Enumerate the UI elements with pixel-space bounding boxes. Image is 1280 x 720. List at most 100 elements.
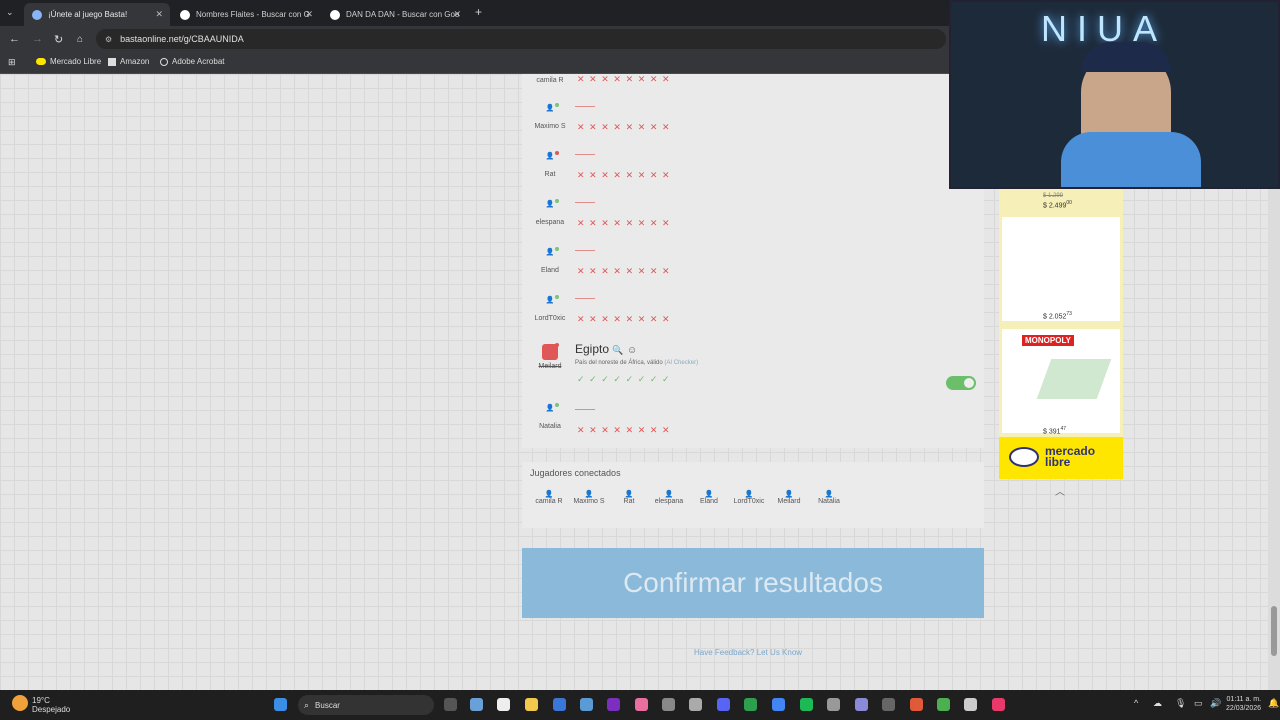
clock[interactable]: 01:11 a. m. 22/03/2026 <box>1226 695 1261 713</box>
app-icon[interactable] <box>910 698 923 711</box>
monopoly-board <box>1036 359 1112 399</box>
player-name: Maximo S <box>573 498 605 505</box>
answer-marks: ✕✕✕✕✕✕✕✕ <box>577 122 675 132</box>
clock-time: 01:11 a. m. <box>1226 696 1262 703</box>
answer-marks: ✕✕✕✕✕✕✕✕ <box>577 74 675 84</box>
close-icon[interactable]: ✕ <box>305 9 313 20</box>
kick-app-icon[interactable] <box>607 698 620 711</box>
tray-chevron-icon[interactable]: ^ <box>1134 698 1138 708</box>
app-icon[interactable] <box>882 698 895 711</box>
player-name: camila R <box>536 77 564 84</box>
cloud-icon[interactable]: ☁ <box>1153 698 1162 709</box>
close-icon[interactable]: ✕ <box>453 9 461 20</box>
player-name: Natalia <box>539 423 561 430</box>
tab-title: Nombres Flaites - Buscar con G <box>196 10 310 19</box>
status-dot <box>555 199 559 203</box>
connected-player: 👤 elespana <box>649 490 689 505</box>
user-icon: 👤 <box>744 491 754 498</box>
tiktok-icon[interactable] <box>992 698 1005 711</box>
settings-icon[interactable] <box>470 698 483 711</box>
app-icon[interactable] <box>827 698 840 711</box>
store-icon[interactable] <box>497 698 510 711</box>
tab-basta[interactable]: ¡Únete al juego Basta! ✕ <box>24 3 170 26</box>
player-name: camila R <box>535 498 563 505</box>
player-name: elespana <box>535 219 565 226</box>
answer-marks: ✕✕✕✕✕✕✕✕ <box>577 170 675 180</box>
user-icon: 👤 <box>584 491 594 498</box>
volume-icon[interactable]: 🔊 <box>1210 698 1221 709</box>
spotify-icon[interactable] <box>800 698 813 711</box>
tab-nombres-flaites[interactable]: Nombres Flaites - Buscar con G ✕ <box>172 3 320 26</box>
address-bar[interactable]: ⚙ bastaonline.net/g/CBAAUNIDA <box>96 29 946 49</box>
connected-player: 👤 Rat <box>609 490 649 505</box>
search-icon[interactable]: 🔍 <box>612 345 623 355</box>
task-view-icon[interactable] <box>444 698 457 711</box>
xbox-icon[interactable] <box>744 698 757 711</box>
tab-title: DAN DA DAN - Buscar con Goo <box>346 10 460 19</box>
obs-icon[interactable] <box>662 698 675 711</box>
player-name: elespana <box>654 498 684 505</box>
validate-toggle[interactable] <box>946 376 976 390</box>
display-icon[interactable]: ▭ <box>1194 698 1203 709</box>
reload-icon[interactable]: ↻ <box>54 33 63 46</box>
connected-player: 👤 Natalia <box>809 490 849 505</box>
file-explorer-icon[interactable] <box>525 698 538 711</box>
app-icon[interactable] <box>855 698 868 711</box>
app-icon[interactable] <box>937 698 950 711</box>
bookmark-label: Mercado Libre <box>50 57 102 66</box>
results-panel: camila R ✕✕✕✕✕✕✕✕ 👤 Maximo S ✕✕✕✕✕✕✕✕ 👤 Ra… <box>522 74 984 448</box>
mercado-libre-ad[interactable]: $ 1.299 $ 2.49900 $ 2.05273 MONOPOLY $ 3… <box>999 189 1123 479</box>
feedback-link[interactable]: Have Feedback? Let Us Know <box>694 648 802 657</box>
player-name: LordT0xic <box>534 315 566 322</box>
ad-price: $ 39147 <box>1043 426 1066 435</box>
answer-empty <box>575 250 595 251</box>
clock-date: 22/03/2026 <box>1226 705 1262 712</box>
apps-grid-icon[interactable]: ⊞ <box>8 57 16 68</box>
outlook-icon[interactable] <box>553 698 566 711</box>
player-elespana: 👤 elespana <box>532 199 568 226</box>
app-icon[interactable] <box>689 698 702 711</box>
collapse-ad-icon[interactable]: ︿ <box>1055 483 1065 498</box>
user-icon: 👤 <box>542 103 559 120</box>
back-icon[interactable]: ← <box>9 33 20 45</box>
player-lordtoxic: 👤 LordT0xic <box>532 295 568 322</box>
photos-icon[interactable] <box>635 698 648 711</box>
status-dot <box>555 343 559 347</box>
player-name: Eland <box>700 498 718 505</box>
close-icon[interactable]: ✕ <box>155 9 163 20</box>
reaction-icon[interactable]: ☺ <box>627 345 637 356</box>
player-name: Maximo S <box>534 123 566 130</box>
connected-player: 👤 camila R <box>529 490 569 505</box>
notepad-icon[interactable] <box>580 698 593 711</box>
connected-player: 👤 Eland <box>689 490 729 505</box>
confirm-results-button[interactable]: Confirmar resultados <box>522 548 984 618</box>
notification-icon[interactable]: 🔔 <box>1268 698 1279 709</box>
user-icon: 👤 <box>542 295 559 312</box>
adobe-acrobat-icon <box>160 57 168 66</box>
microphone-icon[interactable]: 🎙 <box>1175 698 1186 709</box>
new-tab-icon[interactable]: + <box>475 5 482 19</box>
chrome-icon[interactable] <box>772 698 785 711</box>
windows-start-icon[interactable] <box>274 698 287 711</box>
player-name: Rat <box>544 171 556 178</box>
user-icon: 👤 <box>664 491 674 498</box>
weather-icon[interactable] <box>12 695 28 711</box>
tab-list-chevron-icon[interactable]: ⌄ <box>6 7 14 18</box>
ad-monopoly-image[interactable]: MONOPOLY <box>1002 329 1120 433</box>
bookmark-mercado-libre[interactable]: Mercado Libre <box>36 57 101 66</box>
home-icon[interactable]: ⌂ <box>77 34 83 45</box>
taskbar-search[interactable]: ⌕ Buscar <box>298 695 434 715</box>
forward-icon[interactable]: → <box>32 33 43 45</box>
toggle-knob <box>964 378 974 388</box>
ad-gimbal-image[interactable] <box>1002 217 1120 321</box>
bookmark-amazon[interactable]: Amazon <box>108 57 149 66</box>
scroll-thumb[interactable] <box>1271 606 1277 656</box>
status-dot <box>555 247 559 251</box>
site-info-icon[interactable]: ⚙ <box>105 35 112 44</box>
bookmark-adobe[interactable]: Adobe Acrobat <box>160 57 224 66</box>
weather-widget[interactable]: 19°C Despejado <box>32 696 70 714</box>
tab-dan-da-dan[interactable]: DAN DA DAN - Buscar con Goo ✕ <box>322 3 468 26</box>
discord-icon[interactable] <box>717 698 730 711</box>
player-meilard: Meilard <box>532 343 568 370</box>
app-icon[interactable] <box>964 698 977 711</box>
